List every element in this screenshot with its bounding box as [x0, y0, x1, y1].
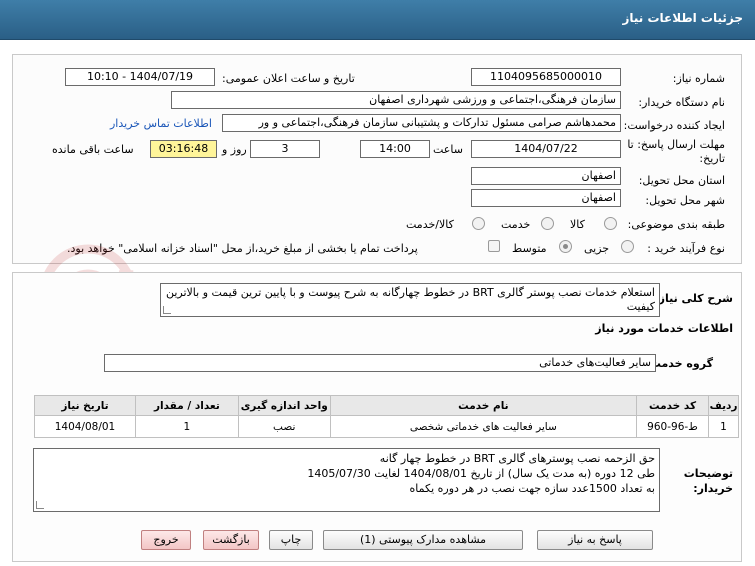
back-button[interactable]: بازگشت [203, 530, 259, 550]
announce-datetime-label: تاریخ و ساعت اعلان عمومی: [222, 72, 355, 85]
category-radio-goods[interactable] [604, 217, 617, 230]
buyer-notes-label: توضیحات خریدار: [683, 467, 733, 495]
col-service-name: نام خدمت [329, 395, 638, 416]
purchase-medium-label: متوسط [512, 242, 547, 255]
announce-datetime-field: 1404/07/19 - 10:10 [65, 68, 215, 86]
treasury-payment-checkbox[interactable] [488, 240, 500, 252]
buyer-notes-line: طی 12 دوره (به مدت یک سال) از تاریخ 1404… [307, 467, 655, 480]
need-number-label: شماره نیاز: [672, 72, 725, 85]
print-button[interactable]: چاپ [269, 530, 313, 550]
buyer-notes-line: حق الزحمه نصب پوسترهای گالری BRT در خطوط… [379, 452, 655, 465]
services-section-title: اطلاعات خدمات مورد نیاز [595, 322, 733, 335]
category-radio-service[interactable] [541, 217, 554, 230]
city-label: شهر محل تحویل: [645, 194, 725, 207]
deadline-label: مهلت ارسال پاسخ: تا تاریخ: [627, 138, 725, 165]
province-field: اصفهان [471, 167, 621, 185]
deadline-time-field: 14:00 [360, 140, 430, 158]
purchase-radio-minor[interactable] [621, 240, 634, 253]
deadline-date-field: 1404/07/22 [471, 140, 621, 158]
remaining-time-label: ساعت باقی مانده [52, 143, 134, 156]
col-need-date: تاریخ نیاز [34, 395, 136, 416]
cell-unit: نصب [237, 415, 331, 438]
treasury-payment-note: پرداخت تمام یا بخشی از مبلغ خرید،از محل … [67, 242, 418, 255]
cell-quantity: 1 [134, 415, 239, 438]
buyer-contact-link[interactable]: اطلاعات تماس خریدار [110, 117, 212, 130]
resize-handle[interactable] [163, 306, 171, 314]
buyer-org-label: نام دستگاه خریدار: [638, 96, 725, 109]
creator-label: ایجاد کننده درخواست: [623, 119, 725, 132]
cell-need-date: 1404/08/01 [34, 415, 136, 438]
category-label: طبقه بندی موضوعی: [627, 218, 725, 231]
summary-textarea: استعلام خدمات نصب پوستر گالری BRT در خطو… [160, 283, 660, 317]
province-label: استان محل تحویل: [638, 174, 725, 187]
reply-button[interactable]: پاسخ به نیاز [537, 530, 653, 550]
services-table: ردیف کد خدمت نام خدمت واحد اندازه گیری ت… [34, 395, 739, 438]
purchase-radio-medium[interactable] [559, 240, 572, 253]
view-attachments-button[interactable]: مشاهده مدارک پیوستی (1) [323, 530, 523, 550]
col-quantity: تعداد / مقدار [134, 395, 239, 416]
table-header-row: ردیف کد خدمت نام خدمت واحد اندازه گیری ت… [34, 395, 739, 416]
col-unit: واحد اندازه گیری [237, 395, 331, 416]
city-field: اصفهان [471, 189, 621, 207]
buyer-org-field: سازمان فرهنگی،اجتماعی و ورزشی شهرداری اص… [171, 91, 621, 109]
category-goods-label: کالا [570, 218, 585, 231]
creator-field: محمدهاشم صرامی مسئول تدارکات و پشتیبانی … [222, 114, 621, 132]
table-row: 1 ط-96-960 سایر فعالیت های خدماتی شخصی ن… [34, 415, 739, 438]
buyer-notes-textarea: حق الزحمه نصب پوسترهای گالری BRT در خطوط… [33, 448, 660, 512]
col-row-number: ردیف [708, 395, 739, 416]
cell-service-name: سایر فعالیت های خدماتی شخصی [329, 415, 638, 438]
category-radio-goods-service[interactable] [472, 217, 485, 230]
purchase-minor-label: جزیی [584, 242, 610, 255]
exit-button[interactable]: خروج [141, 530, 191, 550]
resize-handle[interactable] [36, 501, 44, 509]
purchase-type-label: نوع فرآیند خرید : [647, 242, 725, 255]
days-remaining-field: 3 [250, 140, 320, 158]
summary-label: شرح کلی نیاز: [654, 292, 733, 305]
cell-service-code: ط-96-960 [636, 415, 710, 438]
category-service-label: خدمت [501, 218, 531, 231]
remaining-time-field: 03:16:48 [150, 140, 217, 158]
page-title: جزئیات اطلاعات نیاز [622, 11, 743, 25]
deadline-time-label: ساعت [433, 143, 463, 156]
buyer-notes-line: به تعداد 1500عدد سازه جهت نصب در هر دوره… [409, 482, 655, 495]
summary-text: استعلام خدمات نصب پوستر گالری BRT در خطو… [165, 286, 655, 313]
need-number-field: 1104095685000010 [471, 68, 621, 86]
service-group-field: سایر فعالیت‌های خدماتی [104, 354, 656, 372]
cell-row-number: 1 [708, 415, 739, 438]
col-service-code: کد خدمت [636, 395, 710, 416]
days-label: روز و [222, 143, 247, 156]
category-goods-service-label: کالا/خدمت [406, 218, 454, 231]
